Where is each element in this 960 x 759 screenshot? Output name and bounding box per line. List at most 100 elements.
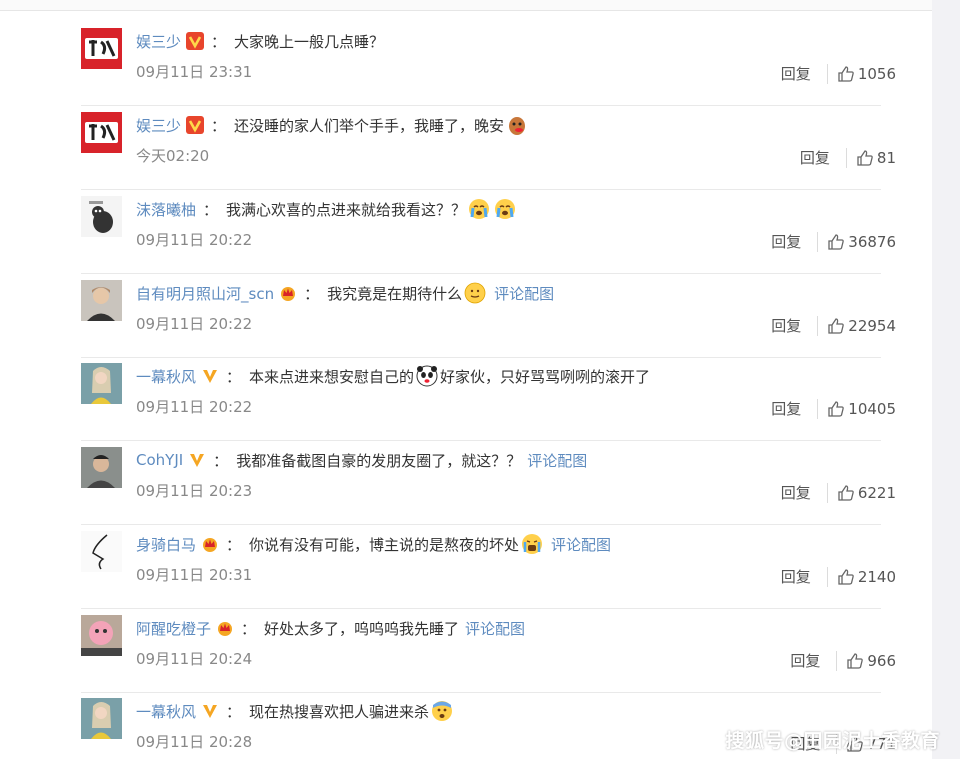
comment-item: 娱三少 ： 还没睡的家人们举个手手，我睡了，晚安 今天02:20 回复 81 (81, 106, 896, 190)
comment-panel: 娱三少 ： 大家晚上一般几点睡？ 09月11日 23:31 回复 1056 娱三… (0, 0, 932, 759)
avatar[interactable] (81, 363, 122, 404)
username-link[interactable]: 一幕秋风 (136, 701, 196, 722)
like-button[interactable]: 1056 (837, 65, 896, 83)
comment-time: 09月11日 20:24 (136, 650, 253, 668)
comment-text: 我满心欢喜的点进来就给我看这？？ (226, 200, 467, 219)
panda-emoji-icon (415, 364, 439, 388)
comment-item: 阿醒吃橙子 ： 好处太多了，呜呜呜我先睡了 评论配图 09月11日 20:24 … (81, 609, 896, 693)
crown-member-icon (216, 619, 234, 637)
avatar[interactable] (81, 28, 122, 69)
comment-item: 娱三少 ： 大家晚上一般几点睡？ 09月11日 23:31 回复 1056 (81, 22, 896, 106)
comment-text: 还没睡的家人们举个手手，我睡了，晚安 (234, 116, 505, 135)
colon: ： (226, 702, 242, 721)
comment-text: 我都准备截图自豪的发朋友圈了，就这？？ (236, 451, 522, 470)
like-button[interactable]: 6221 (837, 484, 896, 502)
like-button[interactable]: 2140 (837, 568, 896, 586)
username-link[interactable]: 身骑白马 (136, 534, 196, 555)
like-count: 2140 (857, 567, 896, 586)
like-button[interactable]: 81 (856, 149, 896, 167)
comment-time: 09月11日 20:22 (136, 231, 253, 249)
like-count: 6221 (857, 483, 896, 502)
verified-yellow-v-icon (188, 451, 206, 469)
like-count: 1056 (857, 64, 896, 83)
avatar[interactable] (81, 280, 122, 321)
comment-item: CohYJI ： 我都准备截图自豪的发朋友圈了，就这？？ 评论配图 09月11日… (81, 441, 896, 525)
colon: ： (241, 619, 257, 638)
divider (826, 482, 828, 503)
comment-text-part-2: 好家伙，只好骂骂咧咧的滚开了 (440, 367, 651, 386)
comment-time: 09月11日 20:28 (136, 733, 253, 751)
doge-emoji-icon (505, 113, 529, 137)
like-button[interactable]: 22954 (827, 317, 896, 335)
crying-face-emoji-icon (467, 197, 491, 221)
username-link[interactable]: CohYJI (136, 451, 183, 469)
avatar[interactable] (81, 447, 122, 488)
avatar[interactable] (81, 196, 122, 237)
like-count: 36876 (848, 232, 896, 251)
comment-time: 09月11日 20:31 (136, 566, 253, 584)
verified-yellow-v-icon (201, 367, 219, 385)
colon: ： (211, 116, 227, 135)
username-link[interactable]: 娱三少 (136, 31, 181, 52)
top-cut-off-bar (0, 0, 932, 11)
colon: ： (203, 200, 219, 219)
comment-text: 现在热搜喜欢把人骗进来杀 (249, 702, 430, 721)
crown-member-icon (201, 535, 219, 553)
reply-button[interactable]: 回复 (771, 231, 801, 252)
colon: ： (226, 535, 242, 554)
comment-image-link[interactable]: 评论配图 (494, 283, 554, 304)
thumbs-up-icon (828, 233, 845, 250)
like-button[interactable]: 10405 (827, 400, 896, 418)
username-link[interactable]: 一幕秋风 (136, 366, 196, 387)
comment-text: 好处太多了，呜呜呜我先睡了 (264, 619, 460, 638)
divider (817, 231, 819, 252)
username-link[interactable]: 娱三少 (136, 115, 181, 136)
thumbs-up-icon (838, 65, 854, 82)
colon: ： (304, 284, 320, 303)
avatar[interactable] (81, 698, 122, 739)
divider (826, 63, 828, 84)
divider (845, 147, 847, 168)
avatar[interactable] (81, 531, 122, 572)
divider (817, 398, 819, 419)
reply-button[interactable]: 回复 (771, 398, 801, 419)
username-link[interactable]: 阿醒吃橙子 (136, 618, 211, 639)
smile-emoji-icon (463, 281, 487, 305)
like-count: 81 (876, 148, 896, 167)
like-button[interactable]: 966 (846, 652, 896, 670)
avatar[interactable] (81, 112, 122, 153)
colon: ： (226, 367, 242, 386)
page-side-gutter (932, 0, 960, 759)
reply-button[interactable]: 回复 (781, 63, 811, 84)
username-link[interactable]: 自有明月照山河_scn (136, 283, 274, 304)
comment-item: 沫落曦柚 ： 我满心欢喜的点进来就给我看这？？ 09月11日 20:22 回复 … (81, 190, 896, 274)
divider (817, 315, 819, 336)
verified-red-v-icon (186, 32, 205, 50)
scared-face-emoji-icon (430, 699, 454, 723)
like-button[interactable]: 36876 (827, 233, 896, 251)
comment-text: 你说有没有可能，博主说的是熬夜的坏处 (249, 535, 520, 554)
thumbs-up-icon (828, 317, 845, 334)
comment-image-link[interactable]: 评论配图 (527, 450, 587, 471)
reply-button[interactable]: 回复 (781, 482, 811, 503)
crown-member-icon (279, 284, 297, 302)
reply-button[interactable]: 回复 (771, 315, 801, 336)
comment-item: 自有明月照山河_scn ： 我究竟是在期待什么 评论配图 09月11日 20:2… (81, 274, 896, 358)
reply-button[interactable]: 回复 (800, 147, 830, 168)
comment-item: 一幕秋风 ： 本来点进来想安慰自己的 好家伙，只好骂骂咧咧的滚开了 09月11日… (81, 357, 896, 441)
thumbs-up-icon (838, 484, 854, 501)
crying-face-emoji-icon (493, 197, 517, 221)
thumbs-up-icon (847, 652, 864, 669)
username-link[interactable]: 沫落曦柚 (136, 199, 196, 220)
thumbs-up-icon (857, 149, 873, 166)
comment-time: 今天02:20 (136, 147, 210, 165)
colon: ： (211, 32, 227, 51)
avatar[interactable] (81, 615, 122, 656)
reply-button[interactable]: 回复 (781, 566, 811, 587)
comment-text-part-1: 本来点进来想安慰自己的 (249, 367, 415, 386)
comment-image-link[interactable]: 评论配图 (465, 618, 525, 639)
comment-image-link[interactable]: 评论配图 (551, 534, 611, 555)
comment-time: 09月11日 20:22 (136, 315, 253, 333)
reply-button[interactable]: 回复 (790, 650, 820, 671)
thumbs-up-icon (838, 568, 854, 585)
